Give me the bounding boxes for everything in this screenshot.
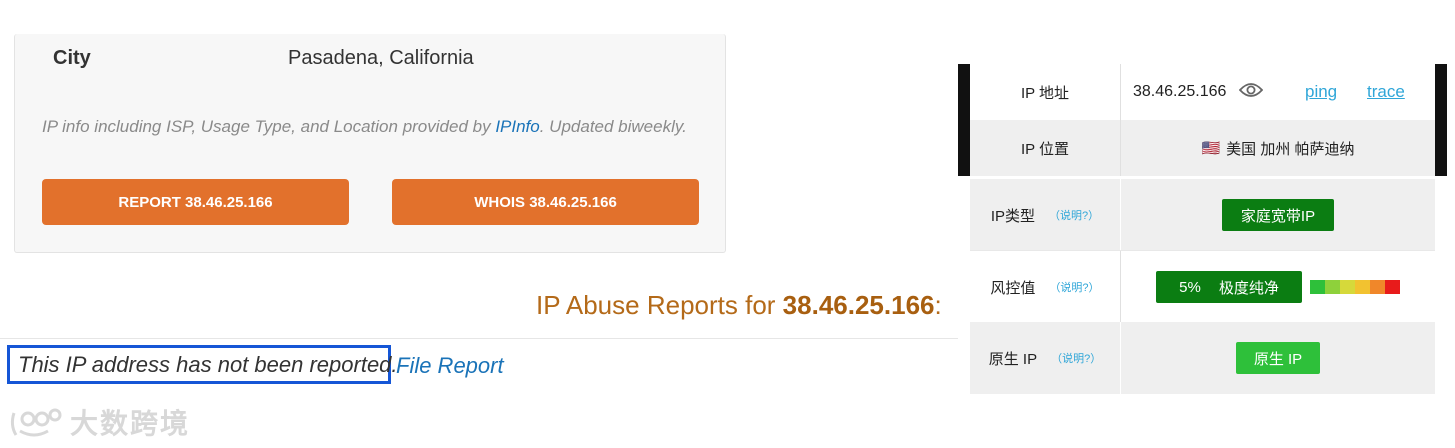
ip-type-cell: 家庭宽带IP (1121, 179, 1435, 251)
ip-location-cell: 🇺🇸 美国 加州 帕萨迪纳 (1121, 120, 1435, 176)
abuse-heading-ip: 38.46.25.166 (782, 290, 935, 320)
ip-location-label: IP 位置 (1020, 140, 1070, 158)
ipinfo-note-suffix: . Updated biweekly. (539, 117, 687, 136)
ip-type-label-cell: IP类型 （说明?） (970, 179, 1120, 251)
file-report-link[interactable]: File Report (396, 353, 504, 379)
watermark-text: 大数跨境 (70, 408, 191, 439)
row-ip-location: IP 位置 🇺🇸 美国 加州 帕萨迪纳 (970, 120, 1435, 176)
risk-scale-segment (1310, 280, 1325, 294)
row-ip-type: IP类型 （说明?） 家庭宽带IP (970, 178, 1435, 251)
whois-button[interactable]: WHOIS 38.46.25.166 (392, 179, 699, 225)
risk-scale-segment (1340, 280, 1355, 294)
divider (0, 338, 958, 339)
ip-address-cell: 38.46.25.166 ping trace (1121, 64, 1435, 120)
ip-info-card: City Pasadena, California IP info includ… (14, 34, 726, 253)
ipinfo-note-prefix: IP info including ISP, Usage Type, and L… (42, 117, 496, 136)
row-ip-address: IP 地址 38.46.25.166 ping trace (970, 64, 1435, 120)
native-ip-cell: 原生 IP (1121, 322, 1435, 394)
ip-address-value: 38.46.25.166 (1133, 83, 1227, 100)
risk-explain-link[interactable]: （说明?） (1049, 279, 1099, 295)
risk-label-cell: 风控值 （说明?） (970, 251, 1120, 323)
native-ip-badge: 原生 IP (1236, 342, 1320, 374)
ping-link[interactable]: ping (1305, 82, 1337, 102)
risk-scale-segment (1385, 280, 1400, 294)
ip-type-label: IP类型 (990, 207, 1036, 225)
panel-right-bar (1435, 64, 1447, 176)
risk-badge: 5% 极度纯净 (1156, 271, 1302, 303)
row-native-ip: 原生 IP （说明?） 原生 IP (970, 322, 1435, 394)
row-risk: 风控值 （说明?） 5% 极度纯净 (970, 250, 1435, 323)
abuse-heading-prefix: IP Abuse Reports for (536, 290, 783, 320)
risk-scale-segment (1325, 280, 1340, 294)
native-ip-label-cell: 原生 IP （说明?） (970, 322, 1120, 394)
not-reported-status: This IP address has not been reported. (7, 345, 398, 384)
watermark-logo-icon (10, 408, 62, 437)
city-value: Pasadena, California (288, 47, 474, 69)
native-ip-explain-link[interactable]: （说明?） (1051, 350, 1101, 366)
report-button[interactable]: REPORT 38.46.25.166 (42, 179, 349, 225)
risk-percent: 5% (1179, 278, 1201, 296)
risk-text: 极度纯净 (1218, 279, 1279, 297)
risk-label: 风控值 (990, 279, 1036, 297)
risk-scale-segment (1355, 280, 1370, 294)
risk-cell: 5% 极度纯净 (1121, 251, 1435, 323)
panel-left-bar (958, 64, 970, 176)
trace-link[interactable]: trace (1367, 82, 1405, 102)
eye-icon[interactable] (1238, 82, 1264, 102)
us-flag-icon: 🇺🇸 (1201, 140, 1221, 157)
ip-location-value: 美国 加州 帕萨迪纳 (1226, 140, 1355, 158)
ip-type-explain-link[interactable]: （说明?） (1049, 207, 1099, 223)
abuse-reports-heading: IP Abuse Reports for 38.46.25.166: (536, 290, 942, 321)
abuse-heading-suffix: : (934, 290, 942, 320)
not-reported-text: This IP address has not been reported. (18, 351, 398, 377)
native-ip-label: 原生 IP (988, 350, 1038, 368)
ip-address-label: IP 地址 (1020, 84, 1070, 102)
city-label: City (53, 47, 91, 69)
watermark: 大数跨境 (8, 402, 190, 442)
ipinfo-link[interactable]: IPInfo (495, 117, 539, 136)
ipinfo-note: IP info including ISP, Usage Type, and L… (42, 114, 692, 140)
risk-scale (1310, 280, 1400, 294)
ip-type-badge: 家庭宽带IP (1222, 199, 1334, 231)
risk-scale-segment (1370, 280, 1385, 294)
